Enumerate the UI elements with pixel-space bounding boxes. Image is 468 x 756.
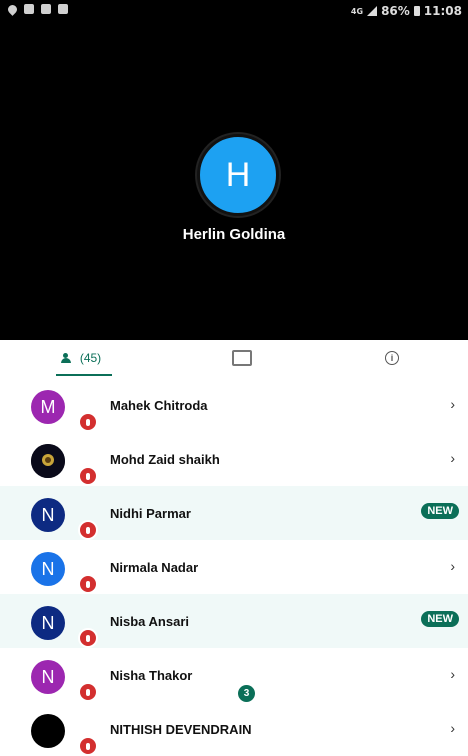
avatar: N	[31, 660, 65, 694]
battery-icon	[413, 6, 420, 16]
tab-chat[interactable]	[222, 340, 262, 376]
video-area: 4G 86% 11:08 H Herlin Goldina	[0, 0, 468, 340]
chevron-right-icon[interactable]: ›	[450, 666, 455, 682]
participant-name: Nisha Thakor	[110, 668, 193, 683]
avatar-image-icon	[31, 444, 65, 478]
chevron-right-icon[interactable]: ›	[450, 396, 455, 412]
new-badge: NEW	[421, 611, 459, 627]
avatar: M	[31, 390, 65, 424]
tab-info[interactable]: i	[380, 340, 404, 376]
battery-percent: 86%	[381, 4, 410, 18]
participant-list: M Mahek Chitroda › Mohd Zaid shaikh › N …	[0, 378, 468, 756]
chevron-right-icon[interactable]: ›	[450, 450, 455, 466]
mic-muted-icon	[78, 520, 98, 540]
mic-muted-icon	[78, 736, 98, 756]
avatar	[31, 714, 65, 748]
status-icons-right: 4G 86% 11:08	[351, 4, 462, 18]
participant-row[interactable]: N Nisha Thakor ›	[0, 648, 468, 702]
clock: 11:08	[423, 4, 462, 18]
mail-icon	[41, 4, 51, 14]
participant-name: Mohd Zaid shaikh	[110, 452, 220, 467]
host-avatar: H	[197, 134, 279, 216]
host-name: Herlin Goldina	[182, 226, 286, 243]
info-icon: i	[385, 351, 399, 365]
status-bar: 4G 86% 11:08	[0, 0, 468, 22]
chevron-right-icon[interactable]: ›	[450, 720, 455, 736]
notification-icon	[58, 4, 68, 14]
mic-muted-icon	[78, 412, 98, 432]
participant-row[interactable]: N Nisba Ansari NEW	[0, 594, 468, 648]
avatar: N	[31, 498, 65, 532]
participants-count: (45)	[79, 351, 102, 365]
avatar: N	[31, 552, 65, 586]
status-icons-left	[6, 2, 68, 16]
mic-muted-icon	[78, 682, 98, 702]
mic-muted-icon	[78, 574, 98, 594]
avatar: N	[31, 606, 65, 640]
avatar	[31, 444, 65, 478]
participant-name: Nirmala Nadar	[110, 560, 199, 575]
participant-name: Mahek Chitroda	[110, 398, 208, 413]
participant-name: Nidhi Parmar	[110, 506, 191, 521]
participant-name: NITHISH DEVENDRAIN	[110, 722, 252, 737]
chat-icon	[232, 350, 252, 366]
mic-muted-icon	[78, 628, 98, 648]
participant-row[interactable]: N Nidhi Parmar NEW	[0, 486, 468, 540]
participant-row[interactable]: N Nirmala Nadar ›	[0, 540, 468, 594]
chevron-right-icon[interactable]: ›	[450, 558, 455, 574]
participant-row[interactable]: M Mahek Chitroda ›	[0, 378, 468, 432]
mic-muted-icon	[78, 466, 98, 486]
app-icon	[24, 4, 34, 14]
new-badge: NEW	[421, 503, 459, 519]
participant-row[interactable]: NITHISH DEVENDRAIN ›	[0, 702, 468, 756]
signal-icon	[367, 6, 378, 16]
network-label: 4G	[350, 6, 364, 16]
people-icon	[60, 353, 77, 363]
tab-bar: (45) 3 i	[0, 340, 468, 702]
participant-row[interactable]: Mohd Zaid shaikh ›	[0, 432, 468, 486]
tab-participants[interactable]: (45)	[50, 340, 112, 376]
location-icon	[6, 2, 19, 16]
participant-name: Nisba Ansari	[110, 614, 189, 629]
active-tab-indicator	[56, 374, 112, 376]
